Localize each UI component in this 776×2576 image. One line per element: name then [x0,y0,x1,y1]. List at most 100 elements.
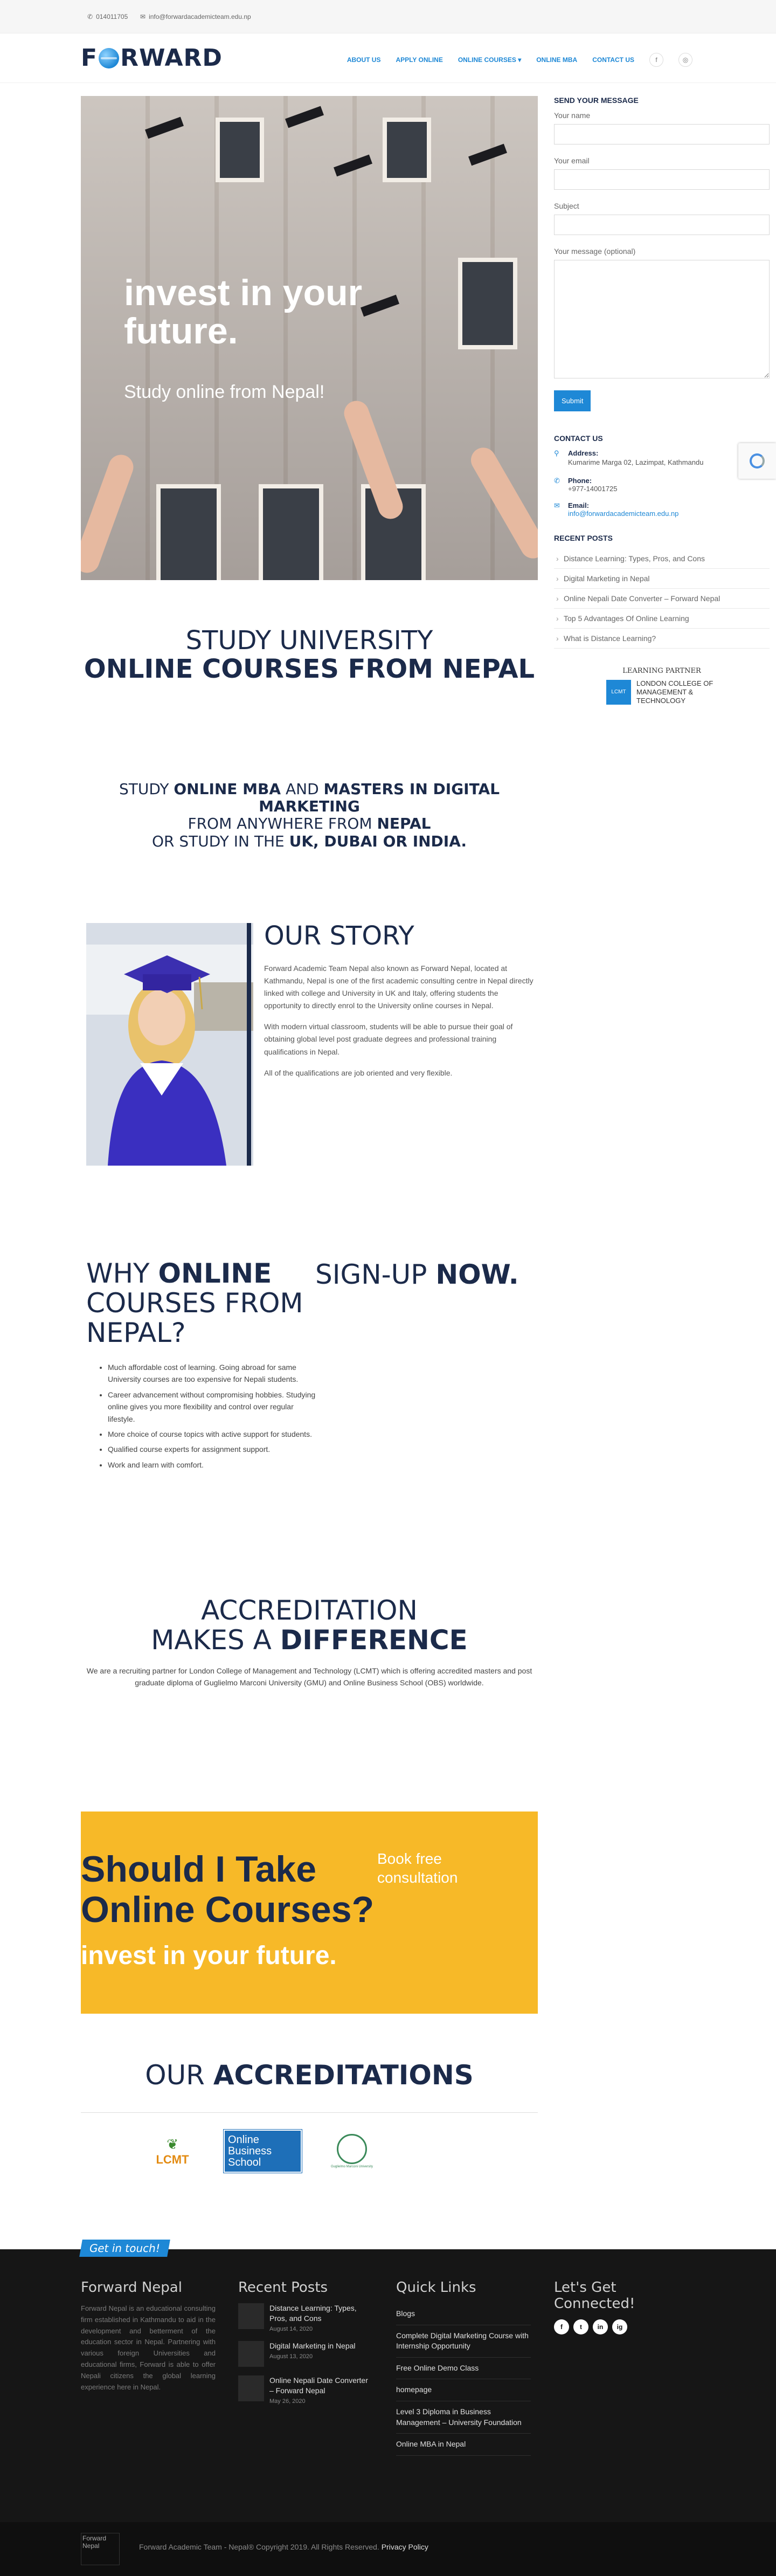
footer-about-text: Forward Nepal is an educational consulti… [81,2304,216,2391]
nav-apply-online[interactable]: APPLY ONLINE [396,56,442,64]
graduation-cap [468,143,507,166]
map-pin-icon: ⚲ [554,449,559,457]
why-list: Much affordable cost of learning. Going … [97,1361,318,1474]
post-thumbnail [238,2375,264,2401]
hero-subtitle: Study online from Nepal! [124,382,325,402]
footer-link[interactable]: homepage [396,2379,531,2401]
main-nav: ABOUT US APPLY ONLINE ONLINE COURSES ▾ O… [347,53,692,67]
why-text-bold: ONLINE [158,1258,272,1289]
recent-post-link[interactable]: Distance Learning: Types, Pros, and Cons [554,549,770,569]
recaptcha-badge[interactable] [738,443,776,479]
story-paragraph: Forward Academic Team Nepal also known a… [264,964,534,1010]
divider [81,2112,538,2113]
recent-posts-title: RECENT POSTS [554,533,613,542]
email-label-contact: Email: [568,501,590,509]
cta-tagline: invest in your future. [81,1941,337,1970]
obs-logo-text: Online Business School [228,2133,272,2168]
subject-input[interactable] [554,215,770,235]
footer-link[interactable]: Online MBA in Nepal [396,2434,531,2456]
form-title: SEND YOUR MESSAGE [554,96,639,105]
footer-link[interactable]: Level 3 Diploma in Business Management –… [396,2401,531,2434]
footer-quick-links: Quick Links Blogs Complete Digital Marke… [396,2279,531,2456]
globe-icon [99,47,120,68]
facebook-icon[interactable]: f [649,53,663,67]
footer-post[interactable]: Online Nepali Date Converter – Forward N… [238,2375,373,2405]
nav-online-mba[interactable]: ONLINE MBA [536,56,577,64]
recent-post-link[interactable]: Online Nepali Date Converter – Forward N… [554,589,770,609]
footer-posts-title: Recent Posts [238,2279,328,2296]
our-acc-text-bold: ACCREDITATIONS [213,2060,474,2091]
footer-link[interactable]: Free Online Demo Class [396,2358,531,2380]
address-label: Address: [568,449,599,457]
subject-label: Subject [554,202,579,210]
book-consultation-link[interactable]: Book free consultation [377,1849,496,1887]
post-thumbnail [238,2303,264,2329]
lcmt-logo-text: LCMT [156,2152,189,2166]
post-title: Online Nepali Date Converter – Forward N… [269,2375,368,2395]
why-online-heading: WHY ONLINE COURSES FROM NEPAL? [86,1259,313,1348]
story-paragraph: All of the qualifications are job orient… [264,1068,453,1077]
footer-link[interactable]: Blogs [396,2303,531,2325]
recent-post-link[interactable]: What is Distance Learning? [554,629,770,649]
post-title: Digital Marketing in Nepal [269,2341,356,2350]
sidebar: SEND YOUR MESSAGE Your name Your email S… [554,96,770,705]
recent-post-link[interactable]: Top 5 Advantages Of Online Learning [554,609,770,629]
nav-online-courses[interactable]: ONLINE COURSES ▾ [458,56,521,64]
twitter-icon[interactable]: t [573,2319,588,2334]
graduation-cap [145,116,184,139]
hero-window [216,118,264,182]
site-footer: Get in touch! Forward Nepal Forward Nepa… [0,2240,776,2522]
laurel-icon: ❦ [167,2136,178,2152]
why-list-item: Career advancement without compromising … [108,1389,318,1425]
message-textarea[interactable] [554,260,770,378]
lcmt-accreditation-logo: ❦ LCMT [146,2130,199,2173]
why-list-item: Work and learn with comfort. [108,1459,318,1471]
cta-question: Should I Take Online Courses? [81,1849,375,1930]
hero-title: invest in your future. [124,272,363,352]
name-input[interactable] [554,124,770,144]
story-paragraph: With modern virtual classroom, students … [264,1022,513,1056]
get-in-touch-tab[interactable]: Get in touch! [79,2240,170,2257]
email-label: Your email [554,156,590,165]
phone-text[interactable]: +977-14001725 [568,485,617,493]
footer-link[interactable]: Complete Digital Marketing Course with I… [396,2325,531,2358]
envelope-icon: ✉ [554,501,560,509]
our-acc-text: OUR [145,2060,213,2091]
post-thumbnail [238,2340,264,2367]
facebook-icon[interactable]: f [554,2319,569,2334]
privacy-policy-link[interactable]: Privacy Policy [382,2543,428,2551]
phone-icon: ✆ [554,476,560,485]
copyright-text: Forward Academic Team - Nepal® Copyright… [139,2543,382,2551]
footer-post[interactable]: Distance Learning: Types, Pros, and Cons… [238,2303,373,2332]
graduate-illustration [86,923,253,1166]
footer-post[interactable]: Digital Marketing in Nepal August 13, 202… [238,2340,373,2367]
address-text: Kumarime Marga 02, Lazimpat, Kathmandu [568,458,704,466]
hero-window [259,484,323,580]
copyright-bar: Forward Nepal Forward Academic Team - Ne… [0,2522,776,2576]
topbar-email-text: info@forwardacademicteam.edu.np [149,13,251,20]
footer-logo-image: Forward Nepal [81,2533,120,2565]
instagram-icon[interactable]: ◎ [678,53,692,67]
topbar-email[interactable]: ✉ info@forwardacademicteam.edu.np [140,13,251,20]
email-link[interactable]: info@forwardacademicteam.edu.np [568,509,678,518]
instagram-icon[interactable]: ig [612,2319,627,2334]
logo-text-left: F [81,44,98,72]
accreditation-title-1: ACCREDITATION [201,1595,418,1626]
nav-about-us[interactable]: ABOUT US [347,56,381,64]
site-logo[interactable]: F RWARD [81,44,223,72]
why-text: WHY [86,1258,158,1289]
email-input[interactable] [554,169,770,190]
recent-post-link[interactable]: Digital Marketing in Nepal [554,569,770,589]
linkedin-icon[interactable]: in [593,2319,608,2334]
gmu-logo-text: Guglielmo Marconi University [330,2165,373,2168]
submit-button[interactable]: Submit [554,390,591,411]
online-text-bold: UK, DUBAI OR INDIA. [289,832,467,850]
nav-contact-us[interactable]: CONTACT US [592,56,634,64]
post-date: August 13, 2020 [269,2353,313,2360]
post-date: August 14, 2020 [269,2325,313,2332]
topbar-phone[interactable]: ✆ 014011705 [87,13,128,20]
study-heading: STUDY UNIVERSITY ONLINE COURSES FROM NEP… [81,626,538,684]
partner-label: LEARNING PARTNER [622,666,701,675]
post-date: May 26, 2020 [269,2398,306,2405]
partner-name: LONDON COLLEGE OF MANAGEMENT & TECHNOLOG… [636,679,713,705]
